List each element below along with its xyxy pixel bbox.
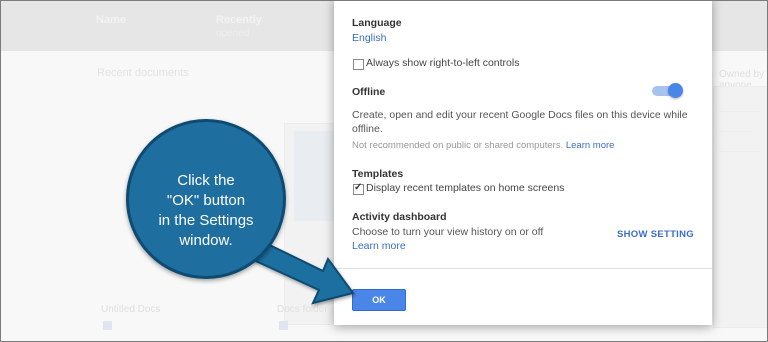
callout-text: Click the "OK" button in the Settings wi… <box>136 171 276 251</box>
callout-line: window. <box>179 232 233 249</box>
callout-arrow <box>245 235 355 305</box>
callout-line: Click the <box>177 172 235 189</box>
callout-line: in the Settings <box>158 212 254 229</box>
callout-line: "OK" button <box>166 192 246 209</box>
screenshot-frame: Name Recently opened Recent documents Ow… <box>0 0 768 342</box>
